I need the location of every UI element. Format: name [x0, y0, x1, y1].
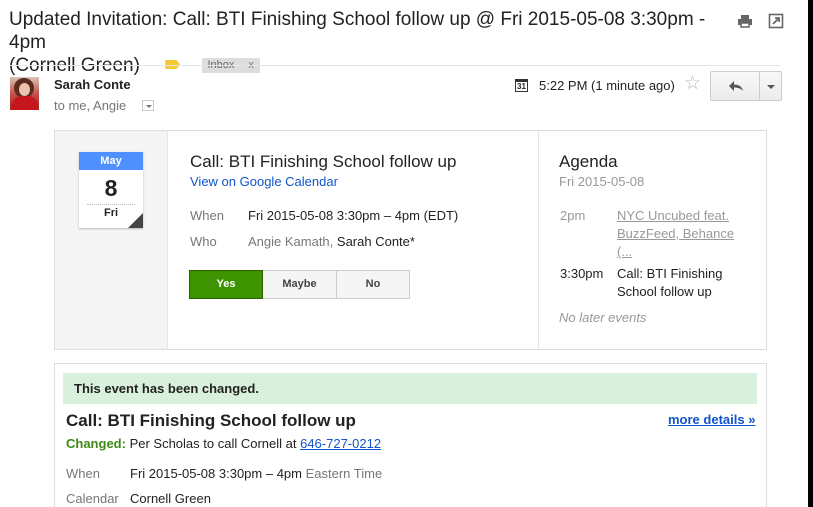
details-title: Call: BTI Finishing School follow up	[66, 411, 356, 430]
details-dropdown-icon[interactable]	[142, 100, 154, 111]
agenda-date: Fri 2015-05-08	[559, 174, 645, 189]
message-time: 5:22 PM (1 minute ago)	[539, 78, 675, 93]
guest-name[interactable]: Angie Kamath,	[248, 234, 333, 249]
more-actions-button[interactable]	[759, 71, 782, 101]
calendar-icon: 31	[515, 79, 528, 92]
who-value: Angie Kamath, Sarah Conte*	[248, 234, 415, 249]
changed-label: Changed:	[66, 436, 126, 451]
organizer-name[interactable]: Sarah Conte*	[337, 234, 415, 249]
details-when-time: Fri 2015-05-08 3:30pm – 4pm	[130, 466, 302, 481]
when-label: When	[190, 208, 224, 223]
reply-icon	[729, 81, 743, 91]
changed-banner: This event has been changed.	[63, 373, 757, 404]
details-timezone: Eastern Time	[301, 466, 383, 481]
rsvp-no-button[interactable]: No	[337, 270, 410, 299]
agenda-title: Agenda	[559, 152, 618, 171]
subject-line-1: Updated Invitation: Call: BTI Finishing …	[9, 9, 706, 53]
rsvp-group: Yes Maybe No	[189, 270, 410, 299]
header-divider	[9, 65, 781, 66]
when-value: Fri 2015-05-08 3:30pm – 4pm (EDT)	[248, 208, 459, 223]
invitation-date-panel: May 8 Fri	[55, 131, 168, 349]
who-label: Who	[190, 234, 217, 249]
details-calendar-value: Cornell Green	[130, 491, 211, 506]
event-details-card: This event has been changed. Call: BTI F…	[54, 363, 767, 507]
email-subject: Updated Invitation: Call: BTI Finishing …	[9, 8, 724, 77]
changed-text: Per Scholas to call Cornell at	[125, 436, 301, 451]
avatar[interactable]	[10, 77, 39, 110]
rsvp-yes-button[interactable]: Yes	[189, 270, 263, 299]
new-window-icon[interactable]	[768, 13, 784, 29]
rsvp-maybe-button[interactable]: Maybe	[263, 270, 337, 299]
agenda-event-link[interactable]: NYC Uncubed feat. BuzzFeed, Behance (...	[617, 207, 747, 261]
window-edge	[808, 0, 813, 507]
change-summary: Changed: Per Scholas to call Cornell at …	[66, 436, 381, 451]
agenda-no-later: No later events	[559, 310, 647, 325]
page-fold-icon	[128, 213, 143, 228]
badge-month: May	[79, 152, 143, 170]
phone-link[interactable]: 646-727-0212	[300, 436, 381, 451]
sender-name[interactable]: Sarah Conte	[54, 77, 131, 92]
details-when-value: Fri 2015-05-08 3:30pm – 4pm Eastern Time	[130, 466, 382, 481]
star-icon[interactable]: ☆	[684, 74, 701, 94]
details-when-label: When	[66, 466, 100, 481]
agenda-divider	[538, 131, 539, 349]
view-on-calendar-link[interactable]: View on Google Calendar	[190, 174, 338, 189]
reply-button[interactable]	[710, 71, 760, 101]
agenda-current-event: Call: BTI Finishing School follow up	[617, 266, 723, 299]
details-calendar-label: Calendar	[66, 491, 119, 506]
badge-day: 8	[104, 175, 118, 201]
more-details-link[interactable]: more details »	[668, 412, 755, 427]
agenda-event-time: 2pm	[560, 208, 586, 223]
invitation-card: May 8 Fri Call: BTI Finishing School fol…	[54, 130, 767, 350]
calendar-date-badge: May 8 Fri	[79, 152, 143, 228]
recipients: to me, Angie	[54, 98, 127, 113]
event-title: Call: BTI Finishing School follow up	[190, 152, 457, 171]
print-icon[interactable]	[737, 13, 753, 29]
agenda-event-time: 3:30pm	[560, 266, 604, 281]
